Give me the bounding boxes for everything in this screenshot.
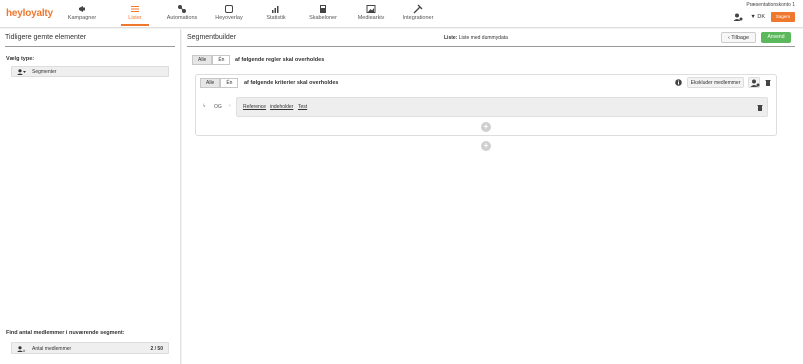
outer-one-option[interactable]: Én <box>212 55 231 65</box>
add-criterion-button[interactable]: + <box>481 122 491 132</box>
plug-icon <box>413 4 423 14</box>
list-info: Liste: Liste med dummydata <box>444 35 508 41</box>
nav-integrationer[interactable]: Integrationer <box>388 4 448 21</box>
svg-text:#: # <box>23 348 26 352</box>
language-label: DK <box>757 14 765 20</box>
add-rule-button[interactable]: + <box>481 141 491 151</box>
user-settings-icon[interactable] <box>733 13 743 21</box>
condition-field[interactable]: Reference <box>243 104 266 110</box>
back-label: Tilbage <box>731 35 750 41</box>
save-button[interactable]: Sagem <box>771 12 795 22</box>
segment-icon <box>17 69 26 75</box>
account-name[interactable]: Præsentationskonto 1 <box>746 2 795 8</box>
back-button[interactable]: ‹ Tilbage <box>721 32 756 43</box>
language-select[interactable]: ▼ DK <box>750 14 765 20</box>
image-icon <box>366 5 376 13</box>
inner-rule-text: af følgende kriterier skal overholdes <box>244 80 339 86</box>
top-navbar: heyloyalty Kampagner Lister Automations … <box>0 0 803 28</box>
nav-label: Integrationer <box>402 15 434 21</box>
nav-label: Skabeloner <box>309 15 337 21</box>
connector-icon: ↳ <box>202 103 207 109</box>
chart-icon <box>272 6 279 13</box>
user-filter-icon <box>750 79 760 87</box>
panel-title: Tidligere gemte elementer <box>5 34 87 41</box>
app-logo[interactable]: heyloyalty <box>6 8 53 19</box>
nav-label: Lister <box>128 15 142 21</box>
inner-match-toggle: Alle Én <box>200 78 239 88</box>
divider <box>187 46 795 47</box>
active-indicator <box>121 24 149 26</box>
panel-title: Segmentbuilder <box>187 34 237 41</box>
operator-label: OG <box>214 104 222 110</box>
condition-card[interactable] <box>236 97 768 117</box>
list-icon <box>131 6 139 12</box>
list-prefix: Liste: <box>444 35 458 41</box>
nav-label: Automations <box>166 15 198 21</box>
arrow-right-icon: › <box>229 103 231 109</box>
inner-all-option[interactable]: Alle <box>200 78 221 88</box>
count-value: 2 / 50 <box>150 346 163 352</box>
info-icon[interactable] <box>675 79 682 86</box>
exclude-members-button[interactable]: Ekskluder medlemmer <box>687 77 744 88</box>
user-filter-button[interactable] <box>748 77 760 88</box>
find-count-label: Find antal medlemmer i nuværende segment… <box>6 330 125 336</box>
caret-down-icon: ▼ <box>750 14 756 20</box>
nav-kampagner[interactable]: Kampagner <box>52 4 112 21</box>
trash-icon[interactable] <box>757 104 763 111</box>
nav-label: Heyoverlay <box>215 15 243 21</box>
apply-button[interactable]: Anvend <box>761 32 791 43</box>
outer-rule-text: af følgende regler skal overholdes <box>235 57 325 63</box>
members-icon: # <box>17 346 26 352</box>
nav-label: Kampagner <box>67 15 97 21</box>
nav-label: Mediearkiv <box>357 15 385 21</box>
automation-icon <box>178 5 186 13</box>
inner-one-option[interactable]: Én <box>220 78 239 88</box>
type-select[interactable]: Segmenter <box>11 66 169 77</box>
type-value: Segmenter <box>32 69 57 75</box>
trash-icon[interactable] <box>765 79 771 86</box>
condition-operator[interactable]: indeholder <box>270 104 293 110</box>
megaphone-icon <box>79 6 85 12</box>
member-count-box[interactable]: # Antal medlemmer 2 / 50 <box>11 342 169 354</box>
type-label: Vælg type: <box>6 56 35 62</box>
template-icon <box>320 5 326 13</box>
count-label: Antal medlemmer <box>32 346 72 352</box>
outer-all-option[interactable]: Alle <box>192 55 213 65</box>
overlay-icon <box>225 5 233 13</box>
condition-value[interactable]: Test <box>298 104 307 110</box>
list-name: Liste med dummydata <box>458 35 508 41</box>
divider <box>5 46 175 47</box>
chevron-left-icon: ‹ <box>727 35 730 41</box>
nav-label: Statistik <box>266 15 286 21</box>
outer-match-toggle: Alle Én <box>192 55 231 65</box>
saved-elements-panel: Tidligere gemte elementer Vælg type: Seg… <box>0 29 181 364</box>
